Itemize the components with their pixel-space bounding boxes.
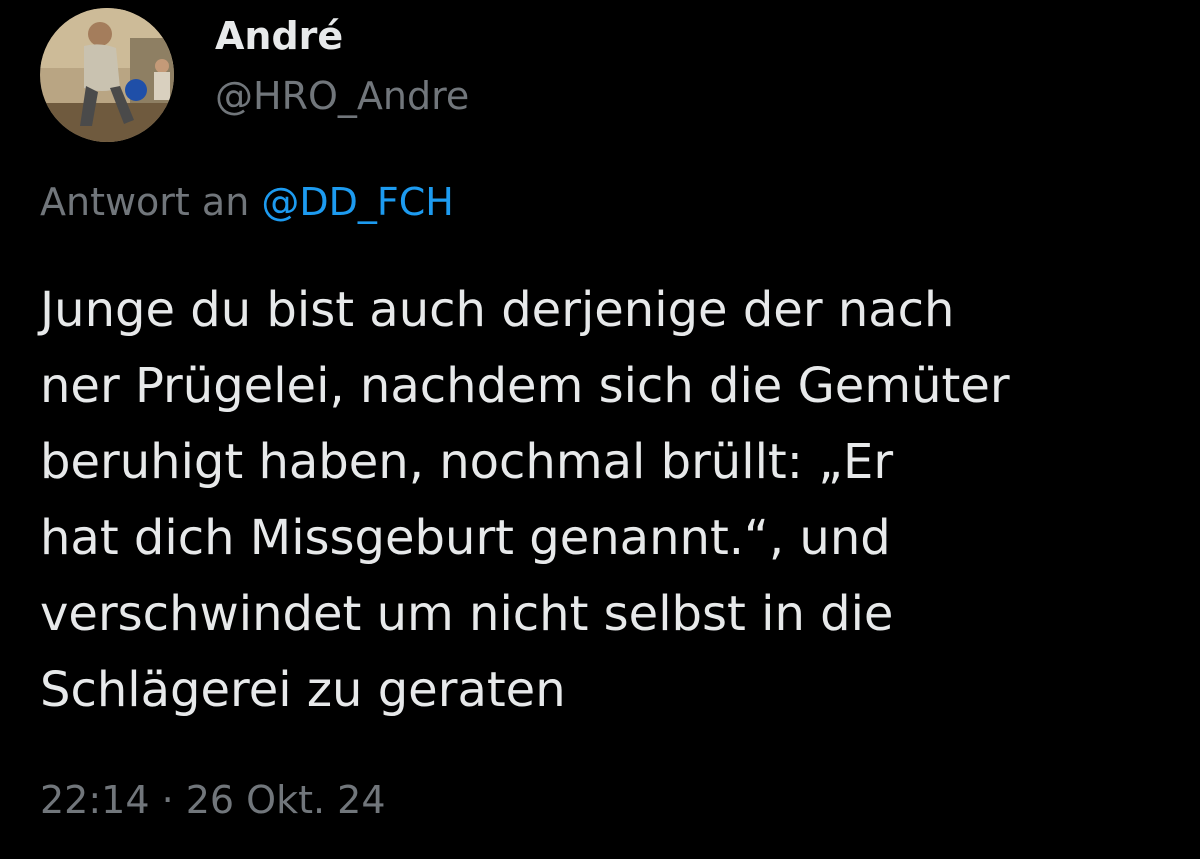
reply-context: Antwort an @DD_FCH (40, 180, 454, 224)
author-display-name[interactable]: André (215, 14, 343, 58)
tweet-text-line: ner Prügelei, nachdem sich die Gemüter (40, 358, 1010, 414)
tweet-text-line: hat dich Missgeburt genannt.“, und (40, 510, 891, 566)
tweet-text-line: Junge du bist auch derjenige der nach (40, 282, 955, 338)
tweet-timestamp[interactable]: 22:14 · 26 Okt. 24 (40, 778, 386, 822)
author-avatar[interactable] (40, 8, 174, 142)
tweet-text-line: verschwindet um nicht selbst in die (40, 586, 894, 642)
tweet-card: André @HRO_Andre Antwort an @DD_FCH Jung… (0, 0, 1200, 859)
reply-target-link[interactable]: @DD_FCH (261, 180, 454, 224)
avatar-photo-icon (40, 8, 174, 142)
reply-prefix: Antwort an (40, 180, 250, 224)
tweet-text-line: beruhigt haben, nochmal brüllt: „Er (40, 434, 894, 490)
tweet-text: Junge du bist auch derjenige der nach ne… (40, 272, 1170, 728)
tweet-text-line: Schlägerei zu geraten (40, 662, 566, 718)
author-handle[interactable]: @HRO_Andre (215, 74, 469, 118)
